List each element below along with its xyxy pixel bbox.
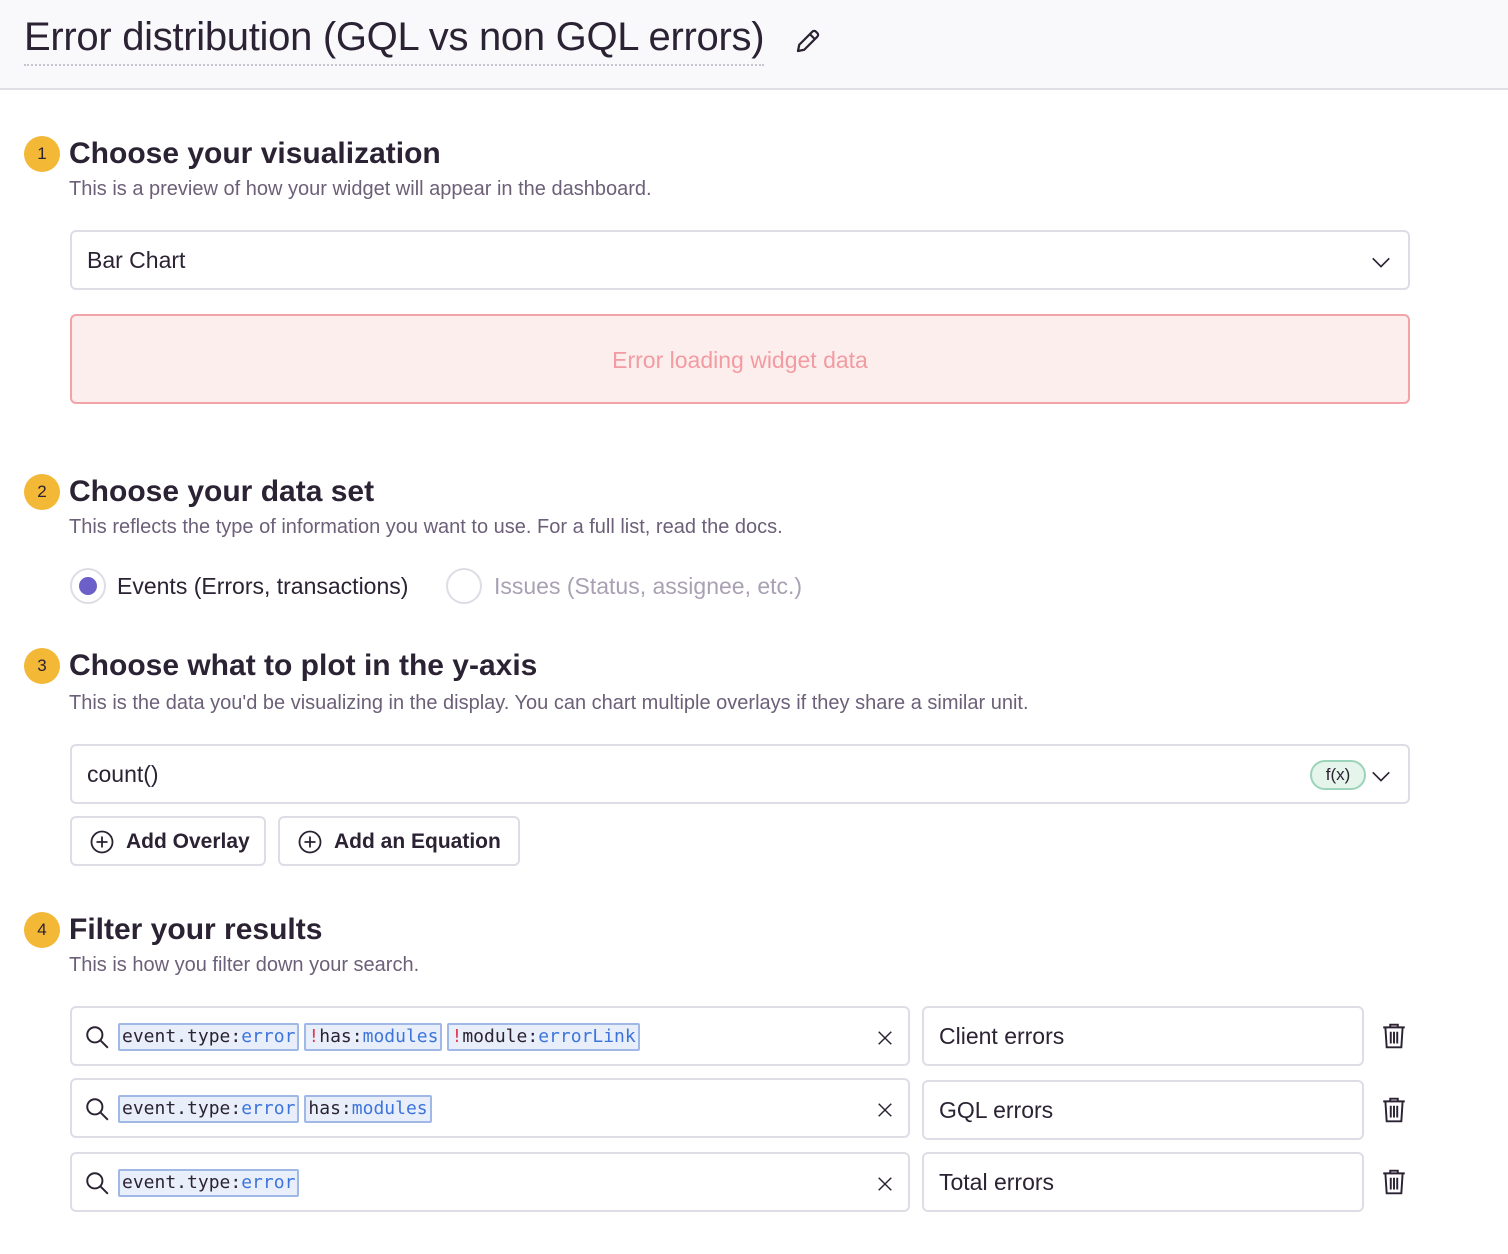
legend-alias-value: GQL errors [939, 1097, 1054, 1123]
trash-icon[interactable] [1381, 1096, 1407, 1124]
step-description: This is a preview of how your widget wil… [69, 178, 652, 200]
trash-icon[interactable] [1381, 1168, 1407, 1196]
yaxis-function-value: count() [87, 761, 159, 787]
legend-alias-value: Client errors [939, 1023, 1065, 1049]
legend-alias-input[interactable]: Client errors [922, 1006, 1364, 1066]
error-message: Error loading widget data [612, 347, 868, 373]
widget-preview-error: Error loading widget data [70, 314, 1410, 404]
step-number-badge: 4 [24, 912, 60, 948]
search-token[interactable]: event.type:error [118, 1169, 300, 1197]
step-title: Choose what to plot in the y-axis [69, 649, 538, 682]
page-header: Error distribution (GQL vs non GQL error… [0, 0, 1508, 90]
dataset-radio-issues-label[interactable]: Issues (Status, assignee, etc.) [494, 572, 802, 600]
page-title[interactable]: Error distribution (GQL vs non GQL error… [24, 14, 765, 66]
close-icon[interactable] [876, 1101, 894, 1119]
step-title: Choose your data set [69, 475, 375, 508]
legend-alias-value: Total errors [939, 1169, 1055, 1195]
filter-search-input[interactable]: event.type:error !has:modules !module:er… [70, 1006, 910, 1066]
step-description: This is the data you'd be visualizing in… [69, 692, 1029, 714]
dataset-radio-events-label[interactable]: Events (Errors, transactions) [117, 572, 408, 600]
step-title: Filter your results [69, 913, 323, 946]
visualization-select-value: Bar Chart [87, 247, 186, 273]
add-equation-button[interactable]: Add an Equation [278, 816, 520, 866]
dataset-radio-events[interactable] [70, 568, 106, 604]
search-icon [86, 1026, 109, 1049]
add-overlay-label: Add Overlay [126, 830, 250, 853]
add-equation-label: Add an Equation [334, 830, 501, 853]
trash-icon[interactable] [1381, 1022, 1407, 1050]
search-icon [86, 1172, 109, 1195]
step-description: This is how you filter down your search. [69, 954, 420, 976]
close-icon[interactable] [876, 1029, 894, 1047]
search-token[interactable]: has:modules [304, 1095, 432, 1123]
chevron-down-icon [1372, 771, 1390, 782]
visualization-select[interactable]: Bar Chart [70, 230, 1410, 290]
filter-search-input[interactable]: event.type:error has:modules [70, 1078, 910, 1138]
step-title: Choose your visualization [69, 137, 441, 170]
function-badge: f(x) [1310, 760, 1366, 790]
step-number-badge: 3 [24, 648, 60, 684]
dataset-radio-issues[interactable] [446, 568, 482, 604]
step-number-badge: 1 [24, 136, 60, 172]
plus-circle-icon [90, 830, 114, 854]
filter-search-input[interactable]: event.type:error [70, 1152, 910, 1212]
close-icon[interactable] [876, 1175, 894, 1193]
search-token[interactable]: !has:modules [304, 1023, 443, 1051]
pencil-icon[interactable] [793, 26, 823, 56]
step-number-badge: 2 [24, 474, 60, 510]
chevron-down-icon [1372, 257, 1390, 268]
search-token[interactable]: event.type:error [118, 1023, 300, 1051]
plus-circle-icon [298, 830, 322, 854]
yaxis-function-select[interactable]: count() f(x) [70, 744, 1410, 804]
step-description: This reflects the type of information yo… [69, 516, 783, 538]
search-icon [86, 1098, 109, 1121]
legend-alias-input[interactable]: Total errors [922, 1152, 1364, 1212]
legend-alias-input[interactable]: GQL errors [922, 1080, 1364, 1140]
add-overlay-button[interactable]: Add Overlay [70, 816, 266, 866]
search-token[interactable]: !module:errorLink [447, 1023, 640, 1051]
search-token[interactable]: event.type:error [118, 1095, 300, 1123]
